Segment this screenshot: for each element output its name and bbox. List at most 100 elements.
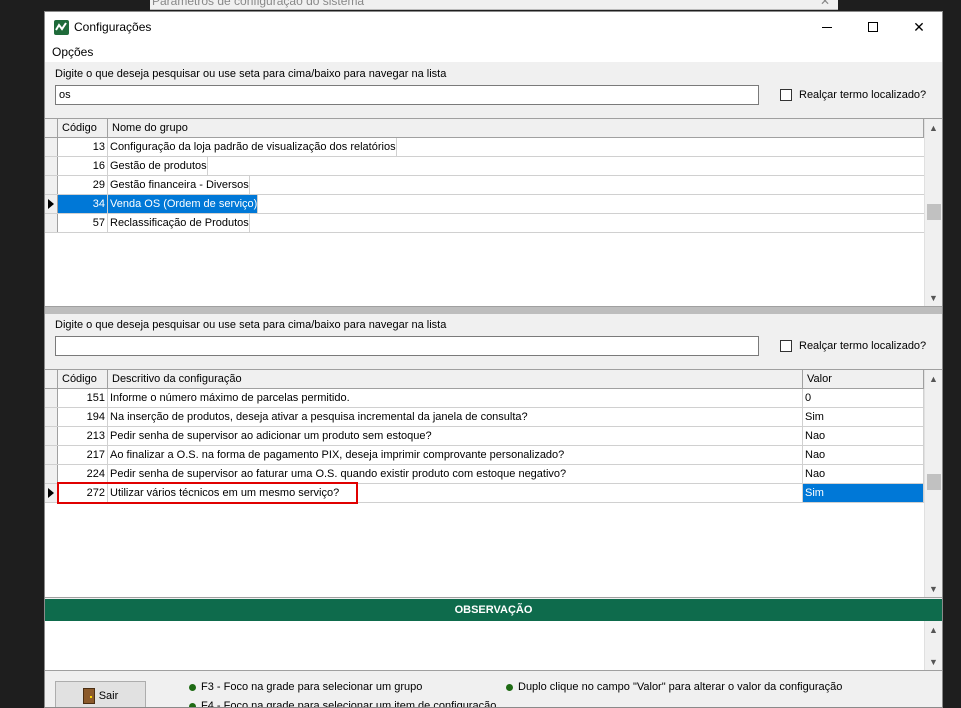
- observation-scrollbar[interactable]: ▲ ▼: [924, 621, 942, 670]
- footer: Sair F3 - Foco na grade para selecionar …: [45, 672, 942, 707]
- group-highlight-toggle[interactable]: Realçar termo localizado?: [780, 89, 926, 101]
- group-name: Venda OS (Ordem de serviço): [108, 195, 259, 213]
- group-row[interactable]: 13 Configuração da loja padrão de visual…: [45, 138, 924, 157]
- scroll-down-icon[interactable]: ▼: [925, 580, 942, 597]
- config-description: Pedir senha de supervisor ao adicionar u…: [108, 427, 803, 445]
- group-row[interactable]: 16 Gestão de produtos: [45, 157, 924, 176]
- scroll-thumb[interactable]: [927, 204, 941, 220]
- indicator-header: [45, 119, 58, 138]
- minimize-icon: [822, 26, 832, 28]
- scroll-down-icon[interactable]: ▼: [925, 289, 942, 306]
- config-highlight-label: Realçar termo localizado?: [799, 340, 927, 352]
- row-indicator: [45, 446, 58, 464]
- scroll-thumb[interactable]: [927, 474, 941, 490]
- groups-scrollbar[interactable]: ▲ ▼: [924, 119, 942, 306]
- config-description: Informe o número máximo de parcelas perm…: [108, 389, 803, 407]
- close-icon: ✕: [913, 18, 925, 35]
- group-name: Configuração da loja padrão de visualiza…: [108, 138, 397, 156]
- current-row-arrow-icon: [48, 199, 54, 209]
- group-highlight-label: Realçar termo localizado?: [799, 89, 927, 101]
- group-name: Gestão financeira - Diversos: [108, 176, 250, 194]
- config-code: 213: [58, 427, 108, 445]
- background-window-title: Parâmetros de configuração do sistema: [152, 0, 365, 8]
- configs-header-value[interactable]: Valor: [803, 370, 924, 389]
- config-row[interactable]: 217 Ao finalizar a O.S. na forma de paga…: [45, 446, 924, 465]
- exit-door-icon: [82, 688, 95, 704]
- grid-splitter[interactable]: [45, 307, 942, 314]
- config-value[interactable]: Sim: [803, 484, 924, 502]
- row-indicator: [45, 465, 58, 483]
- hint-f4: F4 - Foco na grade para selecionar um it…: [189, 700, 496, 707]
- hint-bullet-icon: [189, 702, 196, 707]
- close-button[interactable]: ✕: [896, 12, 942, 42]
- row-indicator: [45, 176, 58, 194]
- group-row[interactable]: 57 Reclassificação de Produtos: [45, 214, 924, 233]
- config-value[interactable]: Nao: [803, 446, 924, 464]
- config-row[interactable]: 151 Informe o número máximo de parcelas …: [45, 389, 924, 408]
- app-logo-icon: [54, 20, 69, 35]
- scroll-up-icon[interactable]: ▲: [925, 370, 942, 387]
- menu-options[interactable]: Opções: [52, 45, 93, 59]
- groups-header-name[interactable]: Nome do grupo: [108, 119, 924, 138]
- hint-bullet-icon: [189, 683, 196, 691]
- window-title: Configurações: [74, 20, 152, 34]
- group-row-selected[interactable]: 34 Venda OS (Ordem de serviço): [45, 195, 924, 214]
- indicator-header: [45, 370, 58, 389]
- config-search-input[interactable]: [55, 336, 759, 356]
- observation-header: OBSERVAÇÃO: [45, 599, 942, 621]
- config-code: 217: [58, 446, 108, 464]
- config-value[interactable]: 0: [803, 389, 924, 407]
- group-code: 13: [58, 138, 108, 156]
- group-search-panel: Digite o que deseja pesquisar ou use set…: [45, 63, 942, 117]
- observation-text-area[interactable]: ▲ ▼: [45, 621, 942, 671]
- config-search-label: Digite o que deseja pesquisar ou use set…: [55, 319, 447, 331]
- config-description: Pedir senha de supervisor ao faturar uma…: [108, 465, 803, 483]
- configs-header-code[interactable]: Código: [58, 370, 108, 389]
- maximize-icon: [868, 22, 878, 32]
- row-indicator: [45, 214, 58, 232]
- row-indicator: [45, 138, 58, 156]
- config-highlight-checkbox[interactable]: [780, 340, 792, 352]
- groups-grid[interactable]: Código Nome do grupo 13 Configuração da …: [45, 118, 942, 307]
- scroll-down-icon[interactable]: ▼: [925, 653, 942, 670]
- minimize-button[interactable]: [804, 12, 850, 42]
- group-code: 29: [58, 176, 108, 194]
- row-indicator: [45, 389, 58, 407]
- group-search-input[interactable]: [55, 85, 759, 105]
- hint-f3: F3 - Foco na grade para selecionar um gr…: [189, 681, 422, 693]
- configs-header-description[interactable]: Descritivo da configuração: [108, 370, 803, 389]
- group-name: Gestão de produtos: [108, 157, 208, 175]
- config-row[interactable]: 194 Na inserção de produtos, deseja ativ…: [45, 408, 924, 427]
- config-value[interactable]: Nao: [803, 427, 924, 445]
- groups-grid-header: Código Nome do grupo: [45, 119, 924, 138]
- group-highlight-checkbox[interactable]: [780, 89, 792, 101]
- group-search-label: Digite o que deseja pesquisar ou use set…: [55, 68, 447, 80]
- configs-scrollbar[interactable]: ▲ ▼: [924, 370, 942, 597]
- configurations-window: Configurações ✕ Opções Digite o que dese…: [44, 11, 943, 708]
- scroll-up-icon[interactable]: ▲: [925, 621, 942, 638]
- config-row[interactable]: 213 Pedir senha de supervisor ao adicion…: [45, 427, 924, 446]
- config-description: Na inserção de produtos, deseja ativar a…: [108, 408, 803, 426]
- config-search-panel: Digite o que deseja pesquisar ou use set…: [45, 314, 942, 368]
- config-highlight-toggle[interactable]: Realçar termo localizado?: [780, 340, 926, 352]
- config-code: 194: [58, 408, 108, 426]
- background-close-icon[interactable]: ✕: [820, 0, 830, 8]
- maximize-button[interactable]: [850, 12, 896, 42]
- group-code: 57: [58, 214, 108, 232]
- config-value[interactable]: Sim: [803, 408, 924, 426]
- hint-bullet-icon: [506, 683, 513, 691]
- row-indicator: [45, 195, 58, 213]
- group-name: Reclassificação de Produtos: [108, 214, 250, 232]
- current-row-arrow-icon: [48, 488, 54, 498]
- groups-header-code[interactable]: Código: [58, 119, 108, 138]
- group-row[interactable]: 29 Gestão financeira - Diversos: [45, 176, 924, 195]
- config-value[interactable]: Nao: [803, 465, 924, 483]
- exit-button[interactable]: Sair: [55, 681, 146, 707]
- row-indicator: [45, 157, 58, 175]
- scroll-up-icon[interactable]: ▲: [925, 119, 942, 136]
- configs-grid-header: Código Descritivo da configuração Valor: [45, 370, 924, 389]
- highlight-annotation-box: [57, 482, 358, 504]
- background-window: Parâmetros de configuração do sistema ✕: [150, 0, 838, 10]
- title-bar: Configurações ✕: [45, 12, 942, 42]
- group-code: 34: [58, 195, 108, 213]
